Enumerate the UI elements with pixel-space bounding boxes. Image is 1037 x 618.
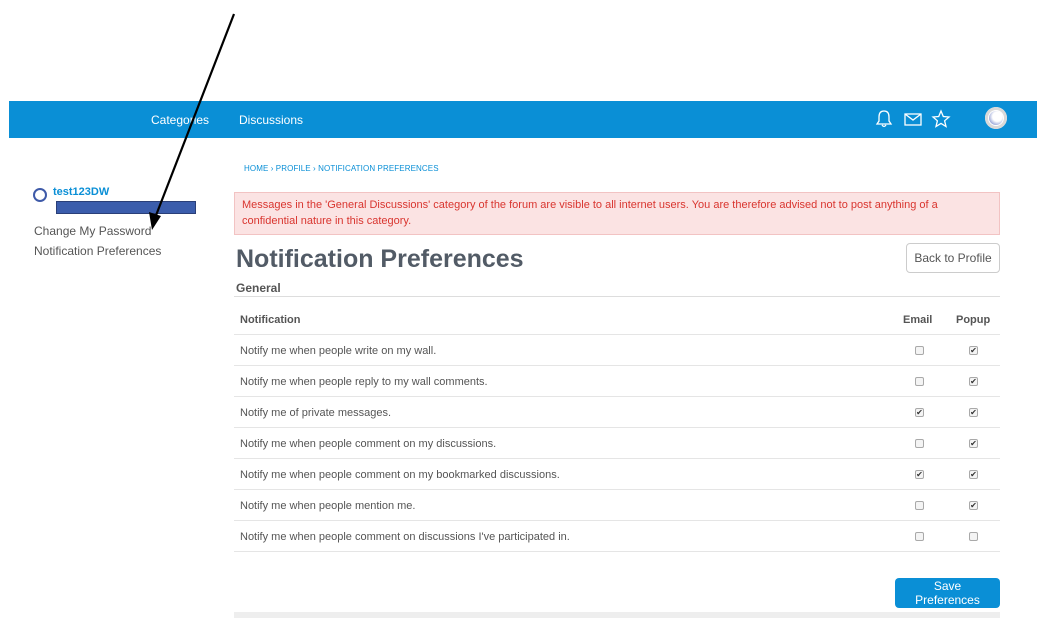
popup-checkbox[interactable]: ✔ [969,439,978,448]
breadcrumb[interactable]: HOME › PROFILE › NOTIFICATION PREFERENCE… [244,164,439,173]
table-row: Notify me when people write on my wall. ✔ [234,335,1000,366]
popup-checkbox[interactable]: ✔ [969,346,978,355]
notification-label: Notify me when people reply to my wall c… [240,376,488,388]
notification-label: Notify me of private messages. [240,407,392,419]
table-row: Notify me of private messages. ✔ ✔ [234,397,1000,428]
star-icon[interactable] [930,108,952,130]
section-divider [234,296,1000,297]
sidebar-item-change-password[interactable]: Change My Password [34,224,151,238]
header-popup: Popup [956,314,991,326]
email-checkbox[interactable] [915,439,924,448]
bell-icon[interactable] [873,108,895,130]
table-row: Notify me when people comment on my book… [234,459,1000,490]
email-checkbox[interactable]: ✔ [915,470,924,479]
back-to-profile-button[interactable]: Back to Profile [906,243,1000,273]
notification-label: Notify me when people mention me. [240,500,416,512]
popup-checkbox[interactable]: ✔ [969,470,978,479]
table-row: Notify me when people mention me. ✔ [234,490,1000,521]
alert-banner: Messages in the 'General Discussions' ca… [234,192,1000,235]
email-checkbox[interactable] [915,346,924,355]
popup-checkbox[interactable]: ✔ [969,377,978,386]
notification-label: Notify me when people comment on discuss… [240,531,570,543]
table-row: Notify me when people reply to my wall c… [234,366,1000,397]
redaction-box [56,201,196,214]
table-body: Notify me when people write on my wall. ✔… [234,335,1000,552]
email-checkbox[interactable] [915,377,924,386]
notification-label: Notify me when people write on my wall. [240,345,437,357]
horizontal-scrollbar[interactable] [234,612,1000,618]
user-avatar[interactable] [985,107,1007,129]
section-title: General [236,281,281,295]
email-checkbox[interactable] [915,501,924,510]
popup-checkbox[interactable] [969,532,978,541]
popup-checkbox[interactable]: ✔ [969,408,978,417]
sidebar-item-notification-preferences[interactable]: Notification Preferences [34,244,161,258]
email-checkbox[interactable]: ✔ [915,408,924,417]
header-email: Email [903,314,933,326]
email-checkbox[interactable] [915,532,924,541]
save-preferences-button[interactable]: Save Preferences [895,578,1000,608]
avatar[interactable] [33,188,47,202]
mail-icon[interactable] [902,108,924,130]
notification-table: Notification Email Popup Notify me when … [234,302,1000,552]
nav-categories[interactable]: Categories [151,113,209,127]
nav-discussions[interactable]: Discussions [239,113,303,127]
table-row: Notify me when people comment on my disc… [234,428,1000,459]
sidebar-username[interactable]: test123DW [53,186,109,198]
table-row: Notify me when people comment on discuss… [234,521,1000,552]
table-header: Notification Email Popup [234,302,1000,335]
top-nav-bar: Categories Discussions [9,101,1037,138]
header-notification: Notification [240,314,301,326]
popup-checkbox[interactable]: ✔ [969,501,978,510]
notification-label: Notify me when people comment on my disc… [240,438,497,450]
page-title: Notification Preferences [236,245,524,273]
notification-label: Notify me when people comment on my book… [240,469,560,481]
